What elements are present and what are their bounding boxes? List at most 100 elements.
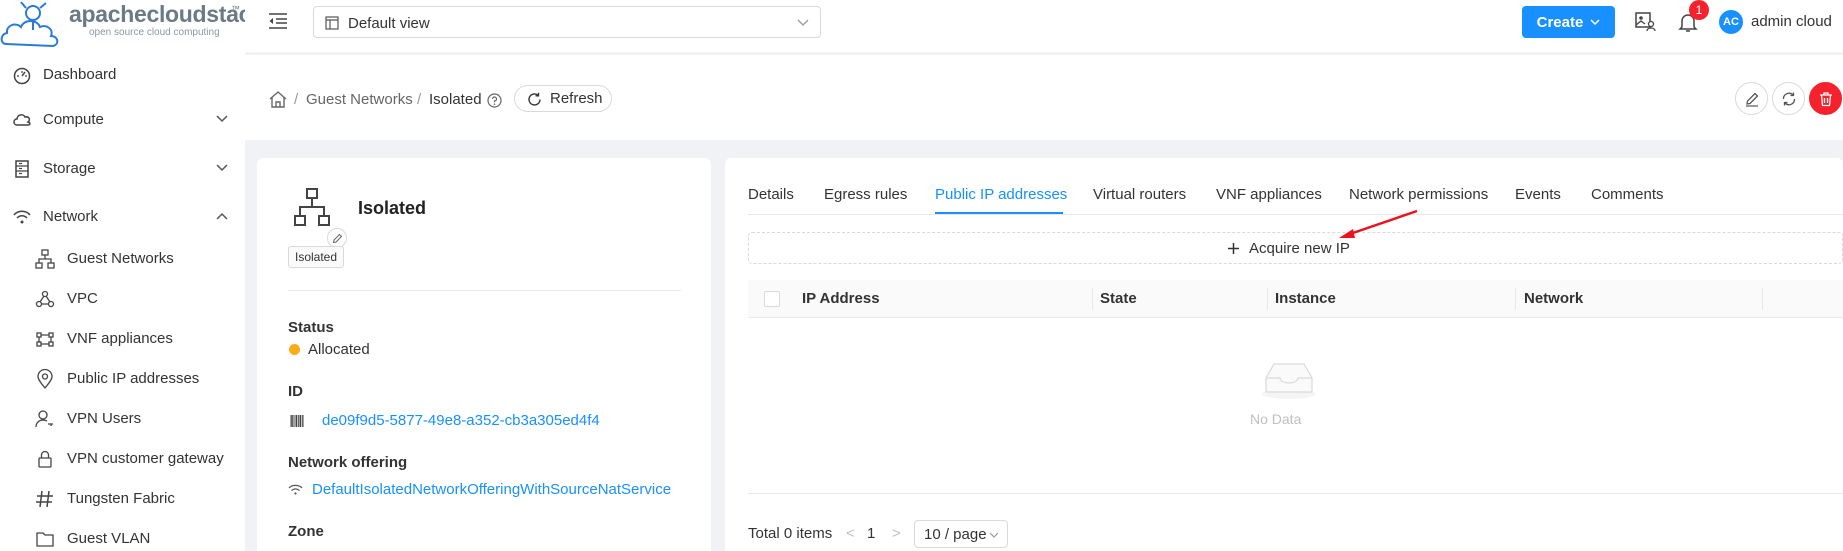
create-button[interactable]: Create [1522,6,1615,38]
breadcrumb-current: Isolated [429,91,482,108]
edit-icon [1746,92,1759,107]
sidebar-sub-label: VNF appliances [67,330,173,347]
layout-icon [325,16,339,30]
refresh-button-label: Refresh [550,90,603,107]
status-dot [289,344,300,355]
view-select[interactable]: Default view [313,6,821,38]
sidebar: apachecloudstack ™ open source cloud com… [0,0,264,551]
delete-icon [1820,92,1832,107]
chevron-up-icon [216,212,228,220]
logo-tagline: open source cloud computing [89,27,220,38]
page-size-value: 10 / page [924,526,987,543]
vpc-icon [35,290,55,308]
database-icon [15,160,29,178]
sidebar-item-storage[interactable]: Storage [0,149,245,187]
empty-state-text: No Data [1250,411,1302,427]
sidebar-item-vpn-customer-gateway[interactable]: VPN customer gateway [0,441,245,477]
tab-virtual-routers[interactable]: Virtual routers [1093,186,1186,203]
notification-badge: 1 [1689,0,1709,20]
tab-network-permissions[interactable]: Network permissions [1349,186,1488,203]
wifi-icon [288,484,303,495]
top-header: Default view Create 1 AC admin cloud [245,0,1843,52]
id-label: ID [288,383,303,400]
sync-button[interactable] [1772,82,1805,115]
create-button-label: Create [1536,13,1584,31]
network-tree-icon [35,249,55,269]
network-detail-card: Isolated Isolated Status Allocated ID de… [257,158,711,551]
acquire-new-ip-button[interactable]: Acquire new IP [748,232,1843,264]
table-bottom-divider [748,493,1843,494]
divider [288,290,681,291]
edit-button[interactable] [1735,82,1768,115]
dashboard-icon [13,67,31,85]
delete-button[interactable] [1809,82,1842,115]
id-value[interactable]: de09f9d5-5877-49e8-a352-cb3a305ed4f4 [322,412,600,429]
tab-events[interactable]: Events [1515,186,1561,203]
sidebar-item-vnf-appliances[interactable]: VNF appliances [0,321,245,357]
breadcrumb-separator: / [417,91,422,108]
edit-icon-button[interactable] [327,228,347,248]
sidebar-item-guest-networks[interactable]: Guest Networks [0,241,245,277]
pagination-prev-button[interactable]: < [846,525,855,542]
empty-inbox-icon [1262,363,1316,399]
page-size-select[interactable]: 10 / page [914,520,1008,548]
sidebar-item-tungsten-fabric[interactable]: Tungsten Fabric [0,481,245,517]
pagination-next-button[interactable]: > [892,525,901,542]
tab-comments[interactable]: Comments [1591,186,1664,203]
tab-details[interactable]: Details [748,186,794,203]
chevron-down-icon [1590,18,1600,25]
question-circle-icon[interactable] [487,93,502,108]
barcode-icon [290,415,304,427]
view-select-value: Default view [348,15,430,32]
reload-icon [528,92,541,106]
select-all-checkbox[interactable] [764,291,780,307]
app-logo[interactable]: apachecloudstack ™ open source cloud com… [0,0,264,52]
refresh-button[interactable]: Refresh [514,85,612,112]
pagination-page-1[interactable]: 1 [867,525,875,542]
network-name: Isolated [358,198,427,218]
menu-fold-icon[interactable] [268,12,288,30]
sidebar-item-label: Storage [43,159,96,177]
sidebar-item-dashboard[interactable]: Dashboard [0,55,245,93]
table-header: IP Address State Instance Network [748,280,1843,318]
username-label[interactable]: admin cloud [1751,13,1832,30]
column-header-state[interactable]: State [1100,290,1137,307]
sidebar-item-label: Dashboard [43,65,117,83]
sidebar-item-compute[interactable]: Compute [0,100,245,138]
sidebar-sub-label: Public IP addresses [67,370,200,387]
chevron-down-icon [216,115,228,123]
sidebar-sub-label: Tungsten Fabric [67,490,175,507]
avatar[interactable]: AC [1719,10,1743,34]
sync-icon [1782,92,1796,106]
cloudmonkey-logo-icon [0,1,59,48]
network-type-tag: Isolated [288,246,345,268]
hash-icon [36,490,53,508]
breadcrumb-guest-networks[interactable]: Guest Networks [306,91,413,108]
column-divider [1267,288,1268,310]
column-divider [1762,288,1763,310]
column-header-instance[interactable]: Instance [1275,290,1336,307]
column-header-network[interactable]: Network [1524,290,1583,307]
image-user-icon[interactable] [1634,10,1656,32]
column-header-ip-address[interactable]: IP Address [802,290,880,307]
sidebar-sub-label: VPN customer gateway [67,450,224,467]
chevron-down-icon [989,532,999,538]
sidebar-item-vpc[interactable]: VPC [0,281,245,317]
tab-bar-divider [748,214,1843,215]
sidebar-item-network[interactable]: Network [0,197,245,235]
sidebar-item-public-ip-addresses[interactable]: Public IP addresses [0,361,245,397]
sidebar-item-label: Compute [43,110,104,128]
home-icon[interactable] [269,91,287,108]
column-divider [1092,288,1093,310]
edit-icon [332,233,343,244]
sidebar-sub-label: Guest Networks [67,250,174,267]
tab-public-ip-addresses[interactable]: Public IP addresses [935,186,1067,203]
tab-vnf-appliances[interactable]: VNF appliances [1216,186,1322,203]
sidebar-item-vpn-users[interactable]: VPN Users [0,401,245,437]
network-offering-value[interactable]: DefaultIsolatedNetworkOfferingWithSource… [312,481,671,498]
sidebar-item-guest-vlan[interactable]: Guest VLAN [0,521,245,551]
tab-egress-rules[interactable]: Egress rules [824,186,907,203]
breadcrumb-separator: / [294,91,299,108]
wifi-icon [13,210,31,224]
column-divider [1515,288,1516,310]
